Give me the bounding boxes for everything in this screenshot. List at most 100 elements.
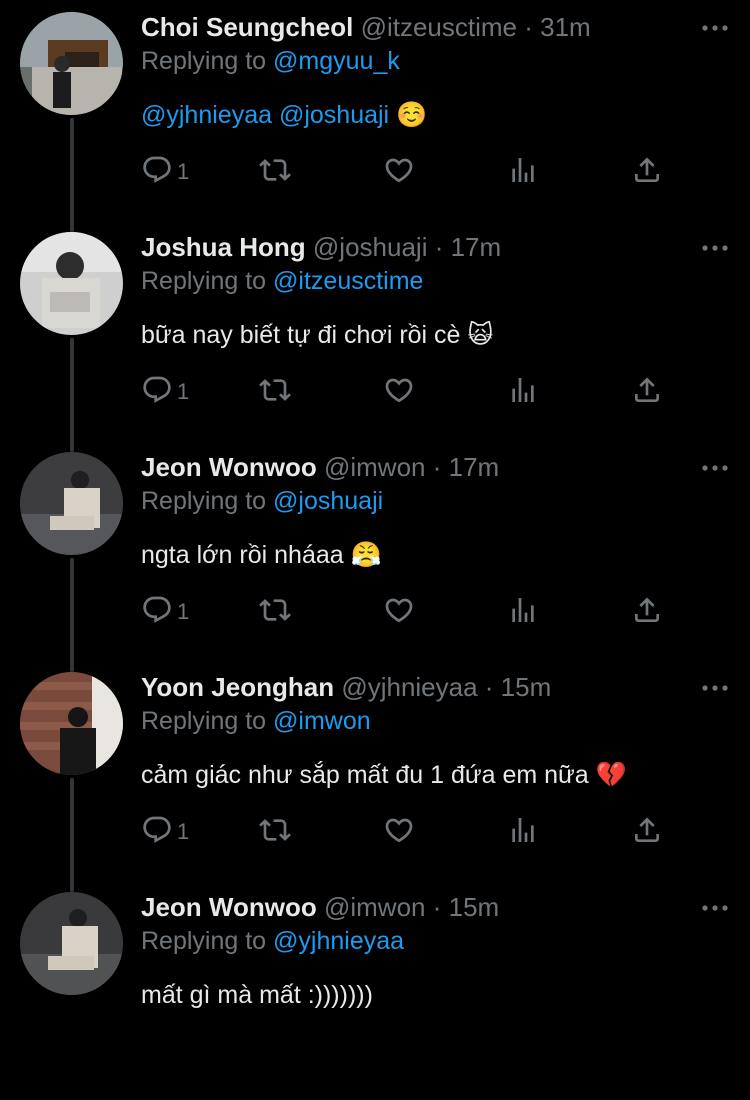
timestamp[interactable]: 15m bbox=[449, 892, 500, 922]
tweet-body: ngta lớn rồi nháaa bbox=[141, 541, 351, 569]
replying-to: Replying to @mgyuu_k bbox=[141, 44, 730, 78]
views-icon bbox=[507, 814, 539, 851]
tweet-content: Joshua Hong @joshuaji · 17m Replying to @… bbox=[141, 230, 730, 352]
reply-to-mention[interactable]: @itzeusctime bbox=[273, 267, 423, 295]
share-button[interactable] bbox=[631, 372, 663, 412]
display-name[interactable]: Jeon Wonwoo bbox=[141, 892, 317, 922]
more-icon[interactable] bbox=[700, 238, 730, 258]
views-icon bbox=[507, 154, 539, 191]
reply-to-mention[interactable]: @joshuaji bbox=[273, 487, 383, 515]
tweet[interactable]: Joshua Hong @joshuaji · 17m Replying to @… bbox=[0, 220, 750, 440]
retweet-icon bbox=[259, 154, 291, 191]
share-icon bbox=[631, 374, 663, 411]
reply-icon bbox=[141, 374, 173, 411]
share-icon bbox=[631, 594, 663, 631]
share-button[interactable] bbox=[631, 592, 663, 632]
emoji: 🙀 bbox=[467, 321, 494, 349]
user-handle[interactable]: @itzeusctime bbox=[361, 12, 517, 42]
views-button[interactable] bbox=[507, 372, 539, 412]
tweet[interactable]: Choi Seungcheol @itzeusctime · 31m Replyi… bbox=[0, 0, 750, 220]
display-name[interactable]: Choi Seungcheol bbox=[141, 12, 353, 42]
like-icon bbox=[383, 594, 415, 631]
tweet[interactable]: Jeon Wonwoo @imwon · 15m Replying to @yjh… bbox=[0, 880, 750, 1100]
more-icon[interactable] bbox=[700, 898, 730, 918]
tweet[interactable]: Yoon Jeonghan @yjhnieyaa · 15m Replying t… bbox=[0, 660, 750, 880]
share-button[interactable] bbox=[631, 152, 663, 192]
reply-button[interactable]: 1 bbox=[141, 592, 189, 632]
tweet-header: Jeon Wonwoo @imwon · 17m bbox=[141, 450, 730, 484]
share-icon bbox=[631, 814, 663, 851]
replying-to-label: Replying to bbox=[141, 47, 274, 75]
retweet-button[interactable] bbox=[259, 592, 291, 632]
emoji: 😤 bbox=[350, 541, 382, 569]
reply-count: 1 bbox=[177, 599, 190, 624]
emoji: ☺️ bbox=[396, 101, 428, 129]
views-button[interactable] bbox=[507, 592, 539, 632]
timestamp[interactable]: 31m bbox=[540, 12, 591, 42]
user-handle[interactable]: @joshuaji bbox=[313, 232, 428, 262]
reply-count: 1 bbox=[177, 379, 190, 404]
reply-to-mention[interactable]: @imwon bbox=[273, 707, 371, 735]
reply-count: 1 bbox=[177, 159, 190, 184]
replying-to: Replying to @yjhnieyaa bbox=[141, 924, 730, 958]
more-icon[interactable] bbox=[700, 678, 730, 698]
avatar[interactable] bbox=[20, 672, 123, 775]
tweet-header: Yoon Jeonghan @yjhnieyaa · 15m bbox=[141, 670, 730, 704]
display-name[interactable]: Jeon Wonwoo bbox=[141, 452, 317, 482]
user-handle[interactable]: @yjhnieyaa bbox=[341, 672, 477, 702]
reply-button[interactable]: 1 bbox=[141, 372, 189, 412]
views-button[interactable] bbox=[507, 152, 539, 192]
tweet-text: ngta lớn rồi nháaa 😤 bbox=[141, 538, 730, 572]
more-icon[interactable] bbox=[700, 18, 730, 38]
timestamp[interactable]: 17m bbox=[451, 232, 502, 262]
reply-to-mention[interactable]: @yjhnieyaa bbox=[273, 927, 404, 955]
tweet-text: cảm giác như sắp mất đu 1 đứa em nữa 💔 bbox=[141, 758, 730, 792]
timestamp[interactable]: 17m bbox=[449, 452, 500, 482]
like-button[interactable] bbox=[383, 592, 415, 632]
tweet-content: Yoon Jeonghan @yjhnieyaa · 15m Replying t… bbox=[141, 670, 730, 792]
share-button[interactable] bbox=[631, 812, 663, 852]
tweet[interactable]: Jeon Wonwoo @imwon · 17m Replying to @jos… bbox=[0, 440, 750, 660]
tweet-actions: 1 bbox=[141, 372, 681, 412]
display-name[interactable]: Joshua Hong bbox=[141, 232, 306, 262]
replying-to: Replying to @imwon bbox=[141, 704, 730, 738]
avatar[interactable] bbox=[20, 12, 123, 115]
replying-to-label: Replying to bbox=[141, 487, 274, 515]
retweet-icon bbox=[259, 374, 291, 411]
user-handle[interactable]: @imwon bbox=[324, 452, 426, 482]
retweet-button[interactable] bbox=[259, 372, 291, 412]
timestamp[interactable]: 15m bbox=[501, 672, 552, 702]
reply-to-mention[interactable]: @mgyuu_k bbox=[273, 47, 400, 75]
like-button[interactable] bbox=[383, 152, 415, 192]
tweet-content: Choi Seungcheol @itzeusctime · 31m Replyi… bbox=[141, 10, 730, 132]
like-button[interactable] bbox=[383, 812, 415, 852]
views-button[interactable] bbox=[507, 812, 539, 852]
share-icon bbox=[631, 154, 663, 191]
like-button[interactable] bbox=[383, 372, 415, 412]
avatar[interactable] bbox=[20, 452, 123, 555]
separator-dot: · bbox=[477, 672, 501, 702]
retweet-button[interactable] bbox=[259, 152, 291, 192]
avatar[interactable] bbox=[20, 892, 123, 995]
replying-to: Replying to @joshuaji bbox=[141, 484, 730, 518]
reply-icon bbox=[141, 814, 173, 851]
avatar[interactable] bbox=[20, 232, 123, 335]
tweet-actions: 1 bbox=[141, 152, 681, 192]
retweet-button[interactable] bbox=[259, 812, 291, 852]
tweet-content: Jeon Wonwoo @imwon · 17m Replying to @jos… bbox=[141, 450, 730, 572]
more-icon[interactable] bbox=[700, 458, 730, 478]
tweet-mentions[interactable]: @yjhnieyaa @joshuaji bbox=[141, 101, 389, 129]
user-handle[interactable]: @imwon bbox=[324, 892, 426, 922]
reply-button[interactable]: 1 bbox=[141, 812, 189, 852]
tweet-header: Jeon Wonwoo @imwon · 15m bbox=[141, 890, 730, 924]
tweet-content: Jeon Wonwoo @imwon · 15m Replying to @yjh… bbox=[141, 890, 730, 1012]
reply-button[interactable]: 1 bbox=[141, 152, 189, 192]
tweet-actions: 1 bbox=[141, 812, 681, 852]
reply-icon bbox=[141, 154, 173, 191]
separator-dot: · bbox=[425, 892, 449, 922]
tweet-text: bữa nay biết tự đi chơi rồi cè 🙀 bbox=[141, 318, 730, 352]
replying-to: Replying to @itzeusctime bbox=[141, 264, 730, 298]
separator-dot: · bbox=[427, 232, 451, 262]
reply-count: 1 bbox=[177, 819, 190, 844]
display-name[interactable]: Yoon Jeonghan bbox=[141, 672, 334, 702]
